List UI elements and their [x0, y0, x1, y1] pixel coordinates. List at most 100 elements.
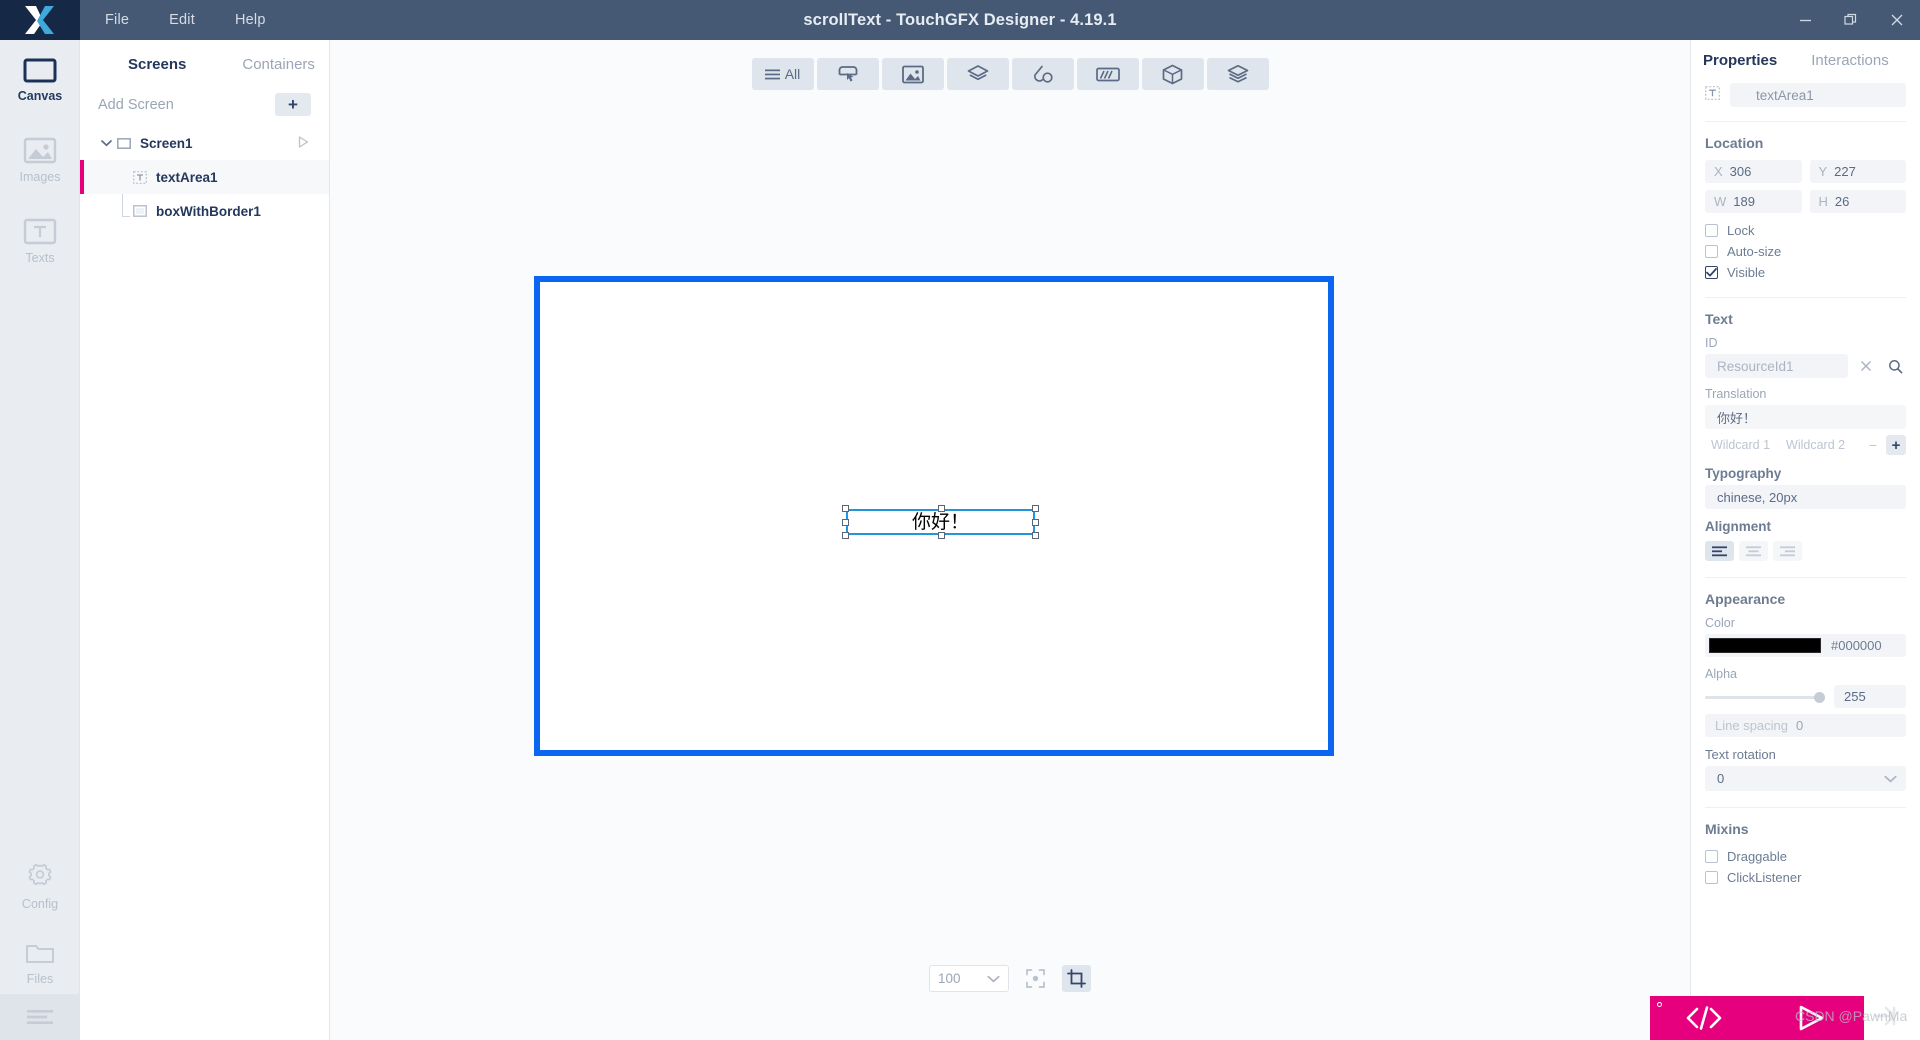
remove-wildcard-button[interactable]: −: [1864, 436, 1882, 454]
resize-handle-s[interactable]: [937, 532, 945, 539]
location-w-input[interactable]: W 189: [1705, 190, 1802, 213]
device-canvas-frame[interactable]: 你好！: [534, 276, 1334, 756]
location-x-input[interactable]: X 306: [1705, 160, 1802, 183]
clicklistener-checkbox[interactable]: [1705, 871, 1718, 884]
tree-node-boxwithborder1[interactable]: boxWithBorder1: [80, 194, 329, 228]
lock-label: Lock: [1727, 223, 1755, 238]
toolbar-button-widget[interactable]: [816, 58, 879, 90]
crop-button[interactable]: [1062, 965, 1091, 992]
widget-name-input[interactable]: textArea1: [1730, 83, 1906, 107]
generate-code-button[interactable]: [1669, 996, 1739, 1040]
zoom-level-select[interactable]: 100: [929, 965, 1009, 992]
toolbar-3d-widget[interactable]: [1141, 58, 1204, 90]
location-y-input[interactable]: Y 227: [1809, 160, 1906, 183]
alpha-slider-track: [1705, 695, 1825, 699]
text-rotation-select[interactable]: 0: [1705, 766, 1906, 791]
location-wh-row: W 189 H 26: [1691, 190, 1920, 220]
align-left-button[interactable]: [1705, 541, 1734, 561]
rail-item-images[interactable]: Images: [0, 125, 80, 192]
minimize-icon: [1799, 19, 1811, 21]
wildcard2-field[interactable]: Wildcard 2: [1780, 435, 1851, 455]
layers-widget-icon: [1227, 64, 1248, 83]
tree-tab-bar: Screens Containers: [80, 40, 329, 87]
properties-tab-bar: Properties Interactions: [1691, 40, 1920, 83]
tab-interactions[interactable]: Interactions: [1811, 52, 1889, 69]
lock-checkbox[interactable]: [1705, 224, 1718, 237]
close-button[interactable]: [1874, 0, 1920, 40]
autosize-checkbox-row[interactable]: Auto-size: [1691, 241, 1920, 262]
restore-button[interactable]: [1828, 0, 1874, 40]
alignment-label: Alignment: [1705, 519, 1771, 534]
rail-item-texts[interactable]: Texts: [0, 206, 80, 273]
add-screen-button[interactable]: +: [275, 93, 311, 116]
resize-handle-se[interactable]: [1032, 532, 1039, 539]
search-text-id-button[interactable]: [1884, 354, 1906, 378]
alpha-slider[interactable]: [1705, 688, 1825, 706]
location-h-input[interactable]: H 26: [1809, 190, 1906, 213]
resize-handle-w[interactable]: [842, 519, 849, 526]
toolbar-image-widget[interactable]: [881, 58, 944, 90]
text-id-input[interactable]: ResourceId1: [1705, 354, 1848, 378]
textarea-widget-selection[interactable]: 你好！: [842, 505, 1039, 539]
textarea-icon: [130, 170, 150, 184]
alpha-label: Alpha: [1705, 667, 1737, 681]
clear-text-id-button[interactable]: [1855, 354, 1877, 378]
typography-select[interactable]: chinese, 20px: [1705, 485, 1906, 509]
texts-icon: [23, 218, 57, 245]
list-all-icon: [764, 69, 780, 79]
resize-handle-sw[interactable]: [842, 532, 849, 539]
clicklistener-checkbox-row[interactable]: ClickListener: [1691, 867, 1920, 888]
add-wildcard-button[interactable]: +: [1886, 435, 1906, 455]
toolbar-drawing-widget[interactable]: [1011, 58, 1074, 90]
toolbar-shapes-widget[interactable]: [946, 58, 1009, 90]
tab-containers[interactable]: Containers: [240, 52, 317, 77]
align-center-button[interactable]: [1739, 541, 1768, 561]
run-simulator-button[interactable]: [1776, 996, 1846, 1040]
rail-item-canvas[interactable]: Canvas: [0, 46, 80, 111]
resize-handle-e[interactable]: [1032, 519, 1039, 526]
field-key: W: [1714, 194, 1727, 209]
translation-input[interactable]: 你好！: [1705, 405, 1906, 429]
toolbar-all-button[interactable]: All: [751, 58, 814, 90]
menu-help[interactable]: Help: [232, 6, 269, 34]
folder-icon: [26, 945, 54, 963]
tab-properties[interactable]: Properties: [1703, 52, 1777, 69]
rail-menu-toggle[interactable]: [0, 994, 80, 1040]
tree-node-textarea1[interactable]: textArea1: [80, 160, 329, 194]
lock-checkbox-row[interactable]: Lock: [1691, 220, 1920, 241]
field-value: 26: [1834, 194, 1850, 209]
wildcard1-field[interactable]: Wildcard 1: [1705, 435, 1776, 455]
resize-handle-nw[interactable]: [842, 505, 849, 512]
draggable-checkbox-row[interactable]: Draggable: [1691, 846, 1920, 867]
add-screen-label[interactable]: Add Screen: [98, 97, 174, 113]
line-spacing-value: 0: [1796, 718, 1804, 733]
menu-edit[interactable]: Edit: [166, 6, 198, 34]
fit-to-screen-button[interactable]: [1021, 965, 1050, 992]
alpha-slider-thumb[interactable]: [1814, 691, 1825, 703]
image-widget-icon: [901, 65, 924, 83]
run-screen-icon[interactable]: [298, 136, 309, 151]
chevron-down-icon: [987, 975, 1000, 983]
visible-checkbox-row[interactable]: Visible: [1691, 262, 1920, 283]
resize-handle-ne[interactable]: [1032, 505, 1039, 512]
draggable-checkbox[interactable]: [1705, 850, 1718, 863]
visible-checkbox[interactable]: [1705, 266, 1718, 279]
toolbar-progress-widget[interactable]: [1076, 58, 1139, 90]
autosize-label: Auto-size: [1727, 244, 1782, 259]
tab-screens[interactable]: Screens: [126, 52, 188, 77]
resize-handle-n[interactable]: [937, 505, 945, 512]
line-spacing-input[interactable]: Line spacing 0: [1705, 714, 1906, 737]
align-right-button[interactable]: [1773, 541, 1802, 561]
menu-file[interactable]: File: [102, 6, 132, 34]
toolbar-layers-widget[interactable]: [1206, 58, 1269, 90]
tree-node-screen1[interactable]: Screen1: [80, 126, 329, 160]
rail-item-config[interactable]: Config: [0, 849, 80, 919]
autosize-checkbox[interactable]: [1705, 245, 1718, 258]
field-key: X: [1714, 164, 1723, 179]
drawing-widget-icon: [1033, 65, 1053, 83]
minimize-button[interactable]: [1782, 0, 1828, 40]
color-swatch[interactable]: [1709, 638, 1821, 653]
chevron-down-icon[interactable]: [98, 139, 114, 147]
rail-item-files[interactable]: Files: [0, 929, 80, 994]
alpha-value-input[interactable]: 255: [1834, 685, 1906, 708]
